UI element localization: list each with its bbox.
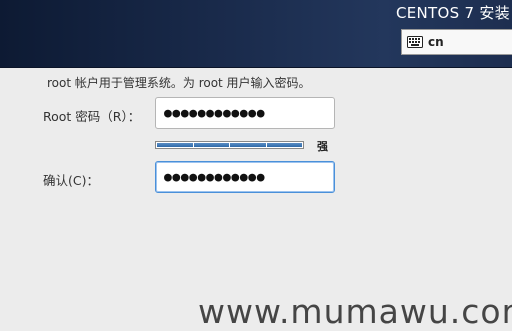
keyboard-layout-button[interactable]: cn (401, 29, 512, 55)
strength-segment (230, 143, 266, 147)
confirm-password-label: 确认(C)： (43, 173, 99, 188)
strength-segment (157, 143, 193, 147)
strength-segment (193, 143, 229, 147)
site-watermark: www.mumawu.com (198, 292, 512, 331)
password-strength-label: 强 (317, 140, 328, 153)
keyboard-icon (407, 36, 423, 48)
keyboard-layout-label: cn (428, 35, 444, 49)
strength-segment (266, 143, 302, 147)
header-bar: CENTOS 7 安装 cn (0, 0, 512, 68)
confirm-password-field[interactable]: ●●●●●●●●●●●● (155, 161, 335, 193)
password-strength-bar (155, 141, 304, 149)
instruction-text: root 帐户用于管理系统。为 root 用户输入密码。 (47, 76, 311, 90)
product-title: CENTOS 7 安装 (395, 4, 510, 22)
root-password-field[interactable]: ●●●●●●●●●●●● (155, 97, 335, 129)
root-password-label: Root 密码（R）： (43, 109, 141, 124)
